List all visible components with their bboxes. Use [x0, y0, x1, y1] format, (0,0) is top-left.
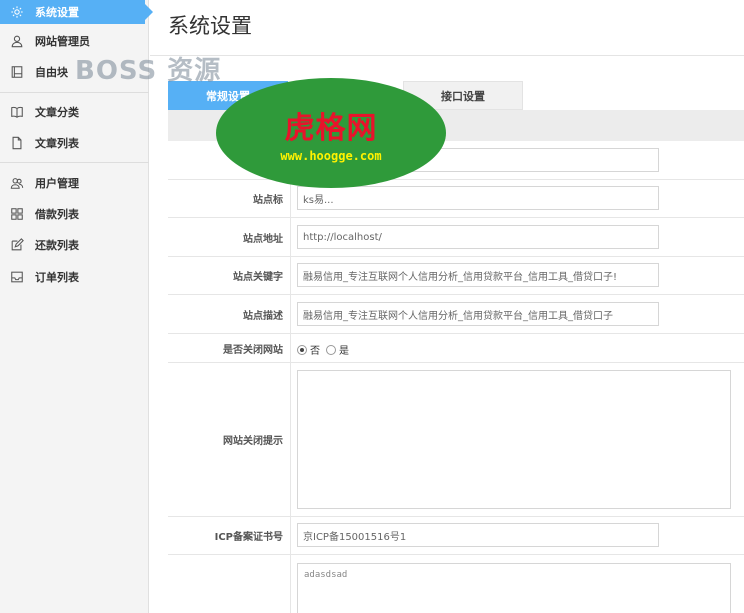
book-icon: [10, 65, 24, 79]
site-keywords-input[interactable]: 融易信用_专注互联网个人信用分析_信用贷款平台_信用工具_借贷口子!: [297, 263, 659, 287]
open-book-icon: [10, 105, 24, 119]
app-root: 系统设置 网站管理员 自由块 文章分类 文章列表 用户管理 借款列表 还款列表 …: [0, 0, 744, 613]
form-row-site-description: 站点描述 融易信用_专注互联网个人信用分析_信用贷款平台_信用工具_借贷口子: [168, 295, 744, 334]
form-row-close-site: 是否关闭网站 否 是: [168, 334, 744, 363]
form-row-extra: adasdsad: [168, 555, 744, 613]
close-message-textarea[interactable]: [297, 370, 731, 509]
sidebar-item-label: 借款列表: [35, 208, 79, 221]
sidebar-item-user-management[interactable]: 用户管理: [0, 171, 149, 195]
sidebar-item-article-list[interactable]: 文章列表: [0, 131, 149, 155]
sidebar-item-label: 文章列表: [35, 137, 79, 150]
sidebar-item-label: 用户管理: [35, 177, 79, 190]
form-row-site-keywords: 站点关键字 融易信用_专注互联网个人信用分析_信用贷款平台_信用工具_借贷口子!: [168, 257, 744, 295]
header-divider: [150, 55, 744, 56]
sidebar-divider: [0, 92, 149, 93]
sidebar: 系统设置 网站管理员 自由块 文章分类 文章列表 用户管理 借款列表 还款列表 …: [0, 0, 153, 613]
form-row-site-url: 站点地址 http://localhost/: [168, 218, 744, 257]
edit-icon: [10, 238, 24, 252]
row-divider: [290, 517, 291, 554]
sidebar-item-article-categories[interactable]: 文章分类: [0, 100, 149, 124]
user-icon: [10, 34, 24, 48]
row-divider: [290, 555, 291, 613]
row-divider: [290, 295, 291, 333]
sidebar-item-label: 网站管理员: [35, 35, 90, 48]
form-row-site-title: 站点标 ks易...: [168, 180, 744, 218]
sidebar-item-label: 系统设置: [35, 6, 79, 19]
inbox-icon: [10, 270, 24, 284]
row-divider: [290, 257, 291, 294]
close-site-radio-group: 否 是: [297, 342, 355, 357]
hoogge-logo-watermark: 虎格网 www.hoogge.com: [216, 78, 446, 188]
icp-input[interactable]: 京ICP备15001516号1: [297, 523, 659, 547]
radio-option-yes[interactable]: 是: [326, 342, 349, 357]
site-description-input[interactable]: 融易信用_专注互联网个人信用分析_信用贷款平台_信用工具_借贷口子: [297, 302, 659, 326]
site-keywords-label: 站点关键字: [233, 272, 283, 283]
logo-url: www.hoogge.com: [280, 149, 382, 163]
row-divider: [290, 180, 291, 217]
icp-label: ICP备案证书号: [214, 532, 283, 543]
form-row-close-message: 网站关闭提示: [168, 363, 744, 517]
row-divider: [290, 218, 291, 256]
sidebar-item-label: 自由块: [35, 66, 68, 79]
radio-button-no[interactable]: [297, 344, 307, 355]
close-message-label: 网站关闭提示: [223, 436, 283, 447]
document-icon: [10, 136, 24, 150]
radio-label-yes: 是: [339, 346, 349, 357]
gear-icon: [10, 5, 24, 19]
boss-watermark: BOSS 资源: [75, 56, 222, 86]
extra-label: [168, 555, 289, 613]
site-title-input[interactable]: ks易...: [297, 186, 659, 210]
radio-button-yes[interactable]: [326, 344, 336, 355]
logo-text: 虎格网: [284, 111, 378, 146]
extra-textarea[interactable]: adasdsad: [297, 563, 731, 613]
users-icon: [10, 176, 24, 190]
radio-option-no[interactable]: 否: [297, 342, 320, 357]
row-divider: [290, 363, 291, 516]
sidebar-item-label: 文章分类: [35, 106, 79, 119]
site-url-label: 站点地址: [243, 233, 283, 245]
grid-icon: [10, 207, 24, 221]
row-divider: [290, 334, 291, 362]
sidebar-item-label: 还款列表: [35, 239, 79, 252]
form-row-icp: ICP备案证书号 京ICP备15001516号1: [168, 517, 744, 555]
sidebar-item-label: 订单列表: [35, 271, 79, 284]
close-site-label: 是否关闭网站: [223, 344, 283, 356]
site-description-label: 站点描述: [243, 310, 283, 322]
site-title-label: 站点标: [253, 195, 283, 206]
page-title: 系统设置: [168, 14, 252, 38]
sidebar-item-loan-list[interactable]: 借款列表: [0, 202, 149, 226]
radio-label-no: 否: [310, 346, 320, 357]
sidebar-item-repayment-list[interactable]: 还款列表: [0, 233, 149, 257]
sidebar-item-order-list[interactable]: 订单列表: [0, 265, 149, 289]
sidebar-item-system-settings[interactable]: 系统设置: [0, 0, 153, 24]
site-url-input[interactable]: http://localhost/: [297, 225, 659, 249]
sidebar-divider: [0, 162, 149, 163]
